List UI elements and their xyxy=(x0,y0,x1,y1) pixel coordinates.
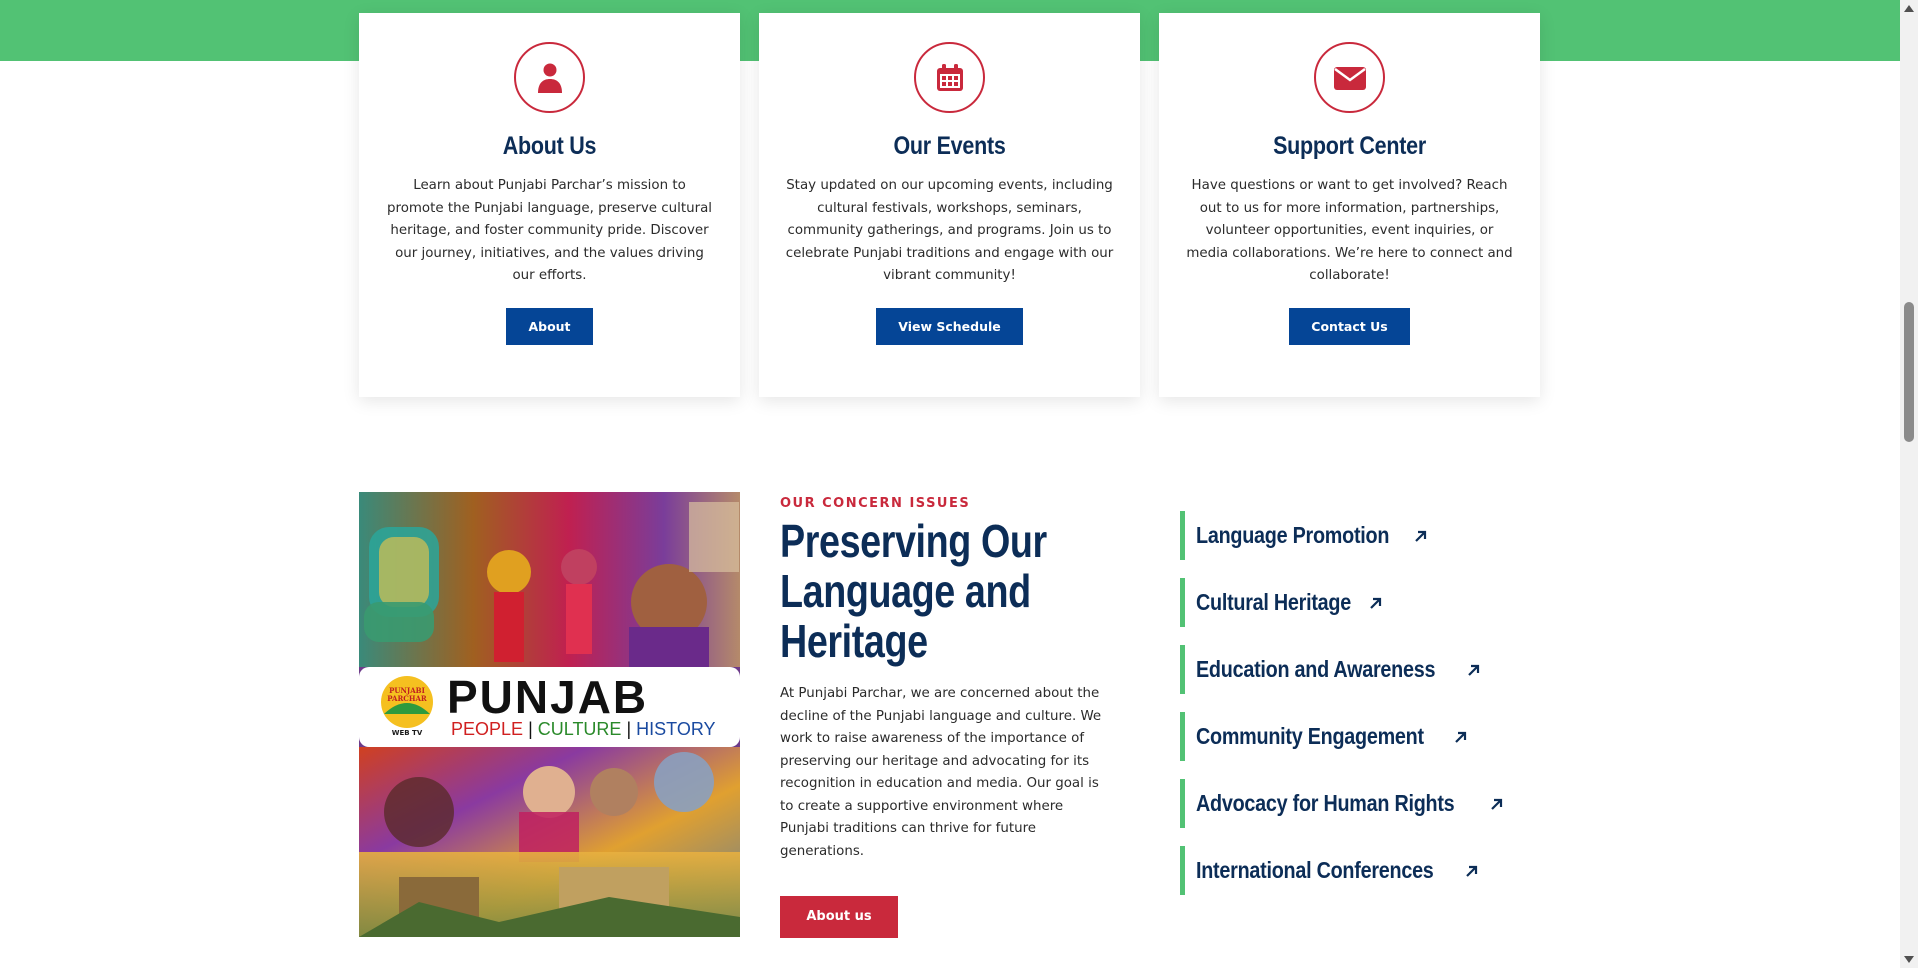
about-us-card: About Us Learn about Punjabi Parchar’s m… xyxy=(359,13,740,397)
scrollbar-thumb[interactable] xyxy=(1904,302,1914,442)
image-word-history: HISTORY xyxy=(636,719,716,739)
section-body-text: At Punjabi Parchar, we are concerned abo… xyxy=(780,686,1102,859)
section-eyebrow: OUR CONCERN ISSUES xyxy=(780,496,971,511)
image-title-punjab: PUNJAB xyxy=(447,671,649,723)
card-description: Have questions or want to get involved? … xyxy=(1186,178,1513,283)
issue-label: Language Promotion xyxy=(1196,522,1390,548)
vertical-scrollbar[interactable] xyxy=(1900,0,1918,968)
arrow-up-right-icon xyxy=(1468,664,1480,676)
about-us-button[interactable]: About us xyxy=(780,896,898,938)
section-heading: Preserving Our Language and Heritage xyxy=(780,515,1047,667)
envelope-icon xyxy=(1314,42,1385,113)
issue-link-language-promotion[interactable]: Language Promotion xyxy=(1180,511,1510,560)
issue-label: Community Engagement xyxy=(1196,723,1424,749)
issue-label: Cultural Heritage xyxy=(1196,589,1351,615)
issue-label: Education and Awareness xyxy=(1196,656,1436,682)
arrow-up-right-icon xyxy=(1414,530,1426,542)
image-separator: | xyxy=(528,719,533,739)
image-subtitle: PEOPLE | CULTURE | HISTORY xyxy=(451,719,716,740)
view-schedule-button[interactable]: View Schedule xyxy=(876,307,1023,345)
our-events-card: Our Events Stay updated on our upcoming … xyxy=(759,13,1140,397)
punjab-collage-image: PUNJABI PARCHAR WEB TV PUNJAB PEOPLE | C… xyxy=(359,492,740,937)
logo-text-mid: PARCHAR xyxy=(387,694,427,703)
issue-link-education-awareness[interactable]: Education and Awareness xyxy=(1180,645,1510,694)
issue-link-cultural-heritage[interactable]: Cultural Heritage xyxy=(1180,578,1510,627)
arrow-up-right-icon xyxy=(1490,798,1502,810)
logo-text-bottom: WEB TV xyxy=(391,729,423,737)
scroll-down-arrow-icon[interactable] xyxy=(1904,956,1914,963)
support-center-card: Support Center Have questions or want to… xyxy=(1159,13,1540,397)
arrow-up-right-icon xyxy=(1455,731,1467,743)
about-button[interactable]: About xyxy=(506,307,593,345)
arrow-up-right-icon xyxy=(1466,865,1478,877)
calendar-icon xyxy=(914,42,985,113)
card-title: Our Events xyxy=(893,132,1006,160)
issue-link-human-rights[interactable]: Advocacy for Human Rights xyxy=(1180,779,1510,828)
image-separator: | xyxy=(626,719,632,739)
card-description: Stay updated on our upcoming events, inc… xyxy=(785,178,1114,283)
scroll-up-arrow-icon[interactable] xyxy=(1904,5,1914,12)
card-description: Learn about Punjabi Parchar’s mission to… xyxy=(386,178,713,283)
contact-us-button[interactable]: Contact Us xyxy=(1289,307,1410,345)
issue-label: Advocacy for Human Rights xyxy=(1196,790,1455,816)
image-word-people: PEOPLE xyxy=(451,719,524,739)
arrow-up-right-icon xyxy=(1370,597,1382,609)
card-title: Support Center xyxy=(1273,132,1426,160)
issue-link-community-engagement[interactable]: Community Engagement xyxy=(1180,712,1510,761)
issue-label: International Conferences xyxy=(1196,857,1434,883)
image-word-culture: CULTURE xyxy=(537,719,622,739)
user-icon xyxy=(514,42,585,113)
card-title: About Us xyxy=(502,132,597,160)
issue-link-international-conferences[interactable]: International Conferences xyxy=(1180,846,1510,895)
